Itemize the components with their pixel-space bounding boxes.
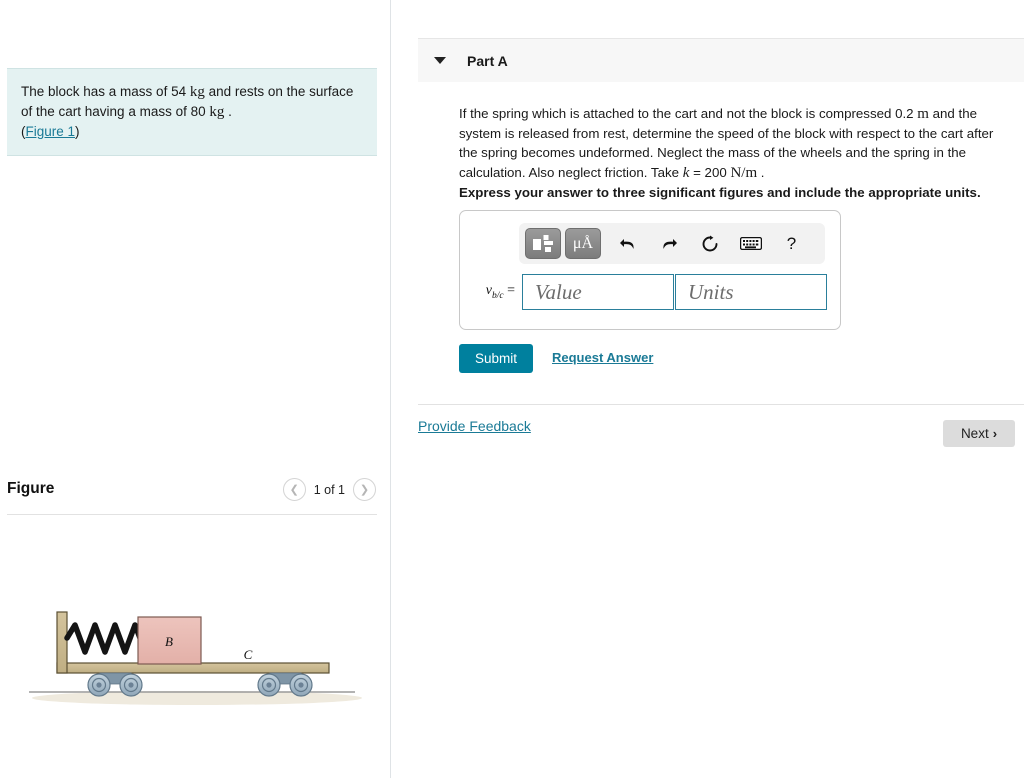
equals-sign: = [507, 283, 515, 299]
template-glyph [533, 235, 553, 252]
figure-paren-close: ) [75, 124, 80, 139]
keyboard-icon[interactable] [734, 229, 767, 259]
units-input[interactable] [675, 274, 827, 310]
figure-divider-rule [7, 514, 377, 515]
page-root: The block has a mass of 54 kg and rests … [0, 0, 1024, 778]
next-button-label: Next [960, 426, 989, 441]
part-a-header[interactable]: Part A [418, 38, 1024, 82]
answer-input-row: vb/c = [470, 274, 827, 310]
problem-statement-text: The block has a mass of 54 kg and rests … [21, 82, 363, 141]
unit-newton-per-meter: N/m [730, 164, 758, 181]
undo-glyph [619, 238, 634, 249]
math-toolbar: μÅ ? [519, 223, 825, 264]
figure-title: Figure [7, 480, 55, 497]
figure-next-button[interactable]: ❯ [353, 478, 376, 501]
figure-prev-button[interactable]: ❮ [282, 478, 306, 501]
chevron-right-icon: ❯ [359, 484, 370, 496]
question-text: If the spring which is attached to the c… [459, 104, 1005, 183]
spring [64, 622, 143, 655]
answer-instruction: Express your answer to three significant… [459, 185, 981, 200]
value-input[interactable] [522, 274, 674, 310]
problem-seg-3: . [224, 104, 232, 119]
template-icon[interactable] [525, 228, 561, 259]
cart-wall [56, 611, 68, 674]
question-seg-1: If the spring which is attached to the c… [459, 106, 918, 121]
undo-icon[interactable] [611, 229, 644, 259]
chevron-right-icon: › [992, 426, 998, 441]
ground-shadow [32, 691, 362, 705]
mass-unit-kg-1: kg [189, 84, 205, 100]
figure-pagination: ❮ 1 of 1 ❯ [282, 478, 376, 501]
footer-divider-rule [418, 404, 1024, 405]
mass-unit-kg-2: kg [209, 104, 225, 120]
reset-icon[interactable] [693, 229, 726, 259]
right-panel: Part A If the spring which is attached t… [391, 0, 1024, 778]
part-a-label: Part A [467, 52, 508, 69]
problem-statement-box: The block has a mass of 54 kg and rests … [7, 68, 377, 156]
unit-meter: m [917, 106, 929, 122]
reset-glyph [702, 235, 717, 251]
chevron-left-icon: ❮ [289, 484, 299, 496]
request-answer-link[interactable]: Request Answer [552, 350, 653, 365]
figure-1-link[interactable]: Figure 1 [26, 124, 76, 139]
figure-diagram: B C [7, 560, 382, 740]
variable-subscript: b/c [491, 290, 504, 301]
cart-spring-block-diagram: B C [29, 611, 362, 705]
provide-feedback-link[interactable]: Provide Feedback [418, 418, 531, 434]
units-mu-angstrom-button[interactable]: μÅ [565, 228, 601, 259]
caret-down-icon[interactable] [434, 57, 446, 64]
question-seg-4: . [757, 164, 765, 180]
submit-button[interactable]: Submit [459, 344, 533, 373]
cart-c-label: C [244, 647, 253, 662]
problem-seg-1: The block has a mass of 54 [21, 84, 190, 99]
block-b-label: B [165, 634, 173, 649]
redo-glyph [662, 238, 677, 249]
keyboard-glyph [739, 237, 762, 250]
help-icon[interactable]: ? [775, 229, 808, 259]
next-button[interactable]: Next › [943, 420, 1015, 447]
redo-icon[interactable] [652, 229, 685, 259]
answer-entry-box: μÅ ? vb/c = Value Units [459, 210, 841, 330]
question-seg-3: = 200 [689, 164, 731, 180]
units-mu-angstrom-label: μÅ [572, 234, 594, 252]
variable-label: vb/c = [470, 283, 522, 301]
figure-section-header: Figure ❮ 1 of 1 ❯ [7, 478, 377, 514]
figure-counter: 1 of 1 [313, 482, 345, 497]
left-panel: The block has a mass of 54 kg and rests … [0, 0, 390, 778]
